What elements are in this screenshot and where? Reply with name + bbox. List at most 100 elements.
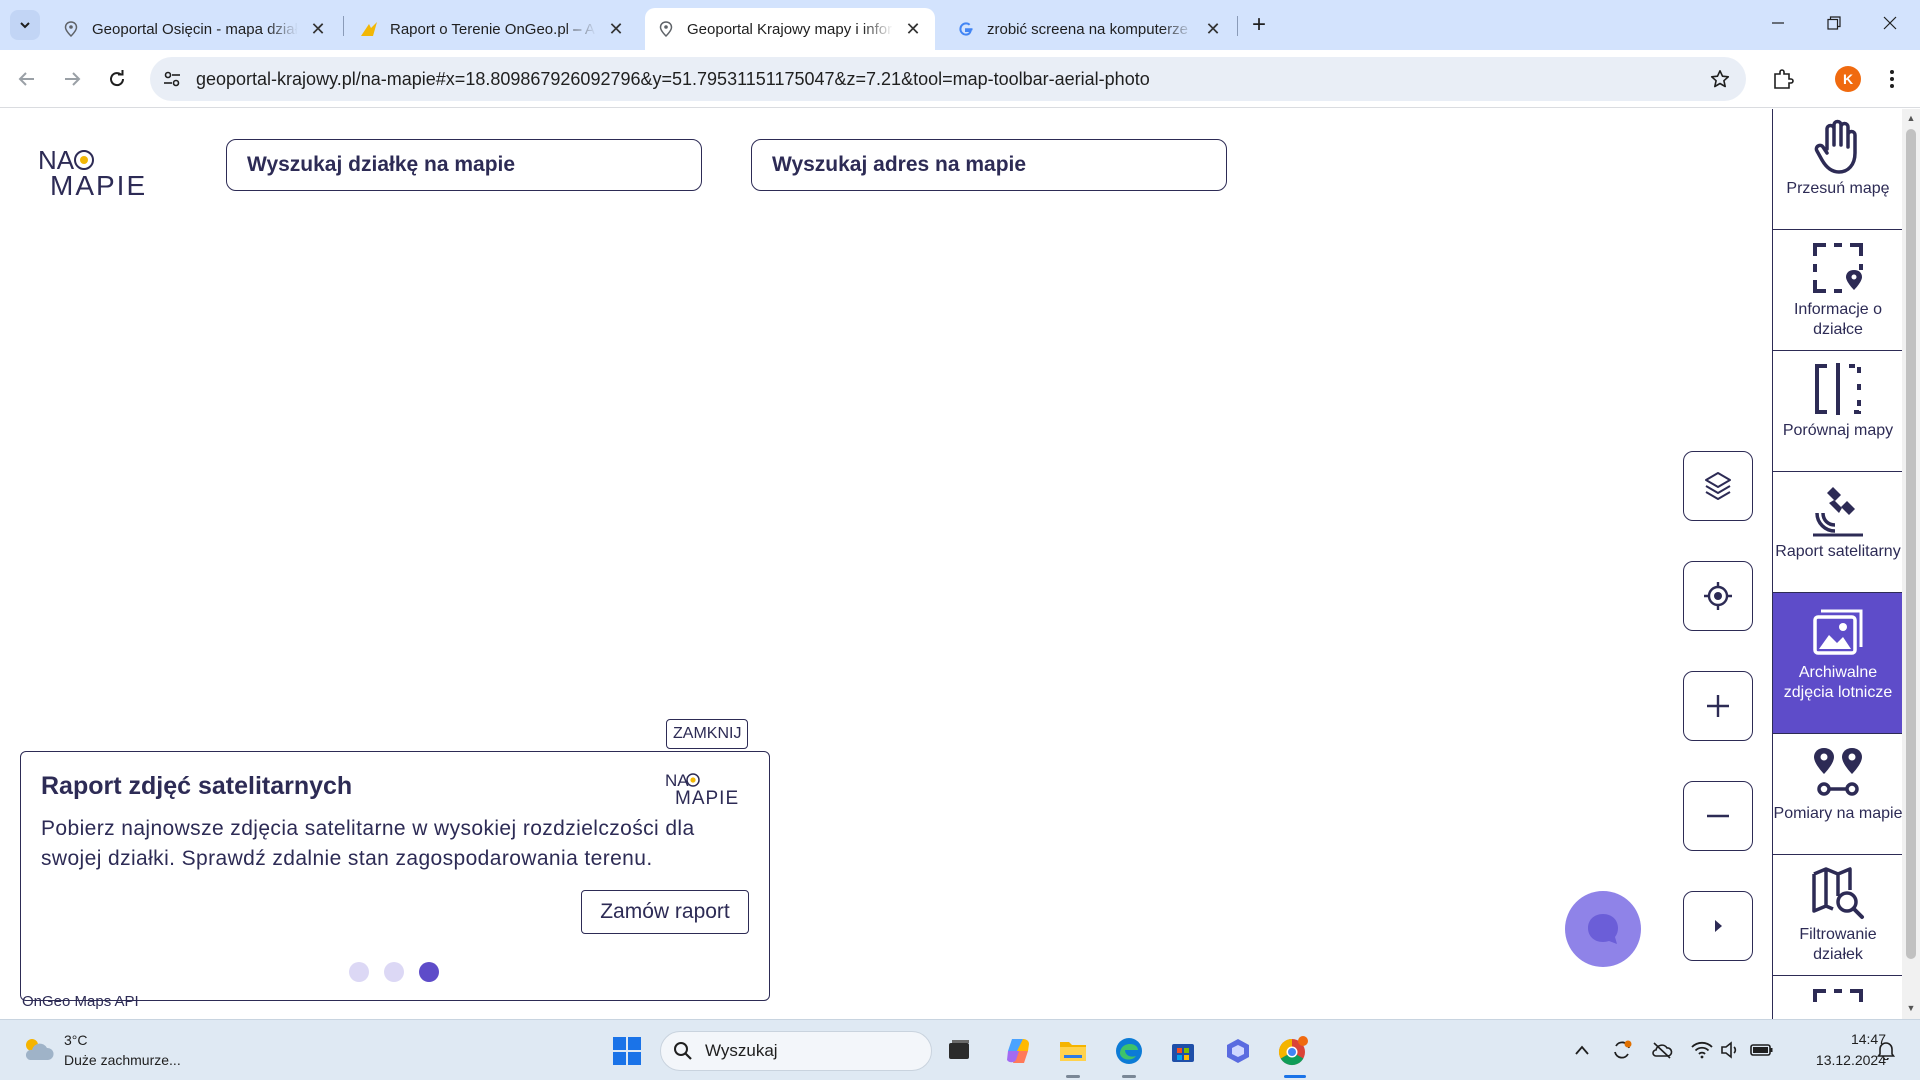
site-info-icon[interactable]	[160, 67, 184, 91]
tab-title: zrobić screena na komputerze - Google	[987, 20, 1193, 38]
edge-button[interactable]	[1110, 1032, 1148, 1070]
tool-label: Raport satelitarny	[1775, 543, 1901, 560]
running-indicator-active	[1284, 1075, 1306, 1078]
wifi-icon[interactable]	[1690, 1038, 1714, 1062]
promo-close-button[interactable]: ZAMKNIJ	[666, 719, 749, 749]
sync-icon[interactable]	[1610, 1038, 1634, 1062]
carousel-dots	[349, 962, 439, 982]
close-icon	[1883, 16, 1897, 30]
plus-icon	[1707, 695, 1729, 717]
battery-icon[interactable]	[1750, 1038, 1774, 1062]
tool-parcel-info[interactable]: Informacje o działce	[1773, 230, 1902, 351]
browser-menu-button[interactable]	[1880, 62, 1904, 96]
weather-temperature[interactable]: 3°C	[64, 1032, 88, 1048]
promo-logo-bottom: MAPIE	[675, 788, 739, 806]
url-host: geoportal-krajowy.pl	[196, 69, 356, 89]
url-path: /na-mapie#x=18.809867926092796&y=51.7953…	[355, 69, 1150, 89]
browser-tab[interactable]: zrobić screena na komputerze - Google ✕	[945, 8, 1235, 50]
scrollbar-thumb[interactable]	[1906, 129, 1916, 959]
carousel-dot-active[interactable]	[419, 962, 439, 982]
more-vert-icon	[1890, 70, 1894, 88]
tool-satellite-report[interactable]: Raport satelitarny	[1773, 472, 1902, 593]
zoom-out-button[interactable]	[1683, 781, 1753, 851]
address-bar[interactable]: geoportal-krajowy.pl/na-mapie#x=18.80986…	[150, 57, 1746, 101]
volume-icon[interactable]	[1718, 1038, 1742, 1062]
page-scrollbar[interactable]: ▲ ▼	[1902, 109, 1920, 1019]
tray-overflow-icon[interactable]	[1570, 1038, 1594, 1062]
parcel-search-input[interactable]: Wyszukaj działkę na mapie	[226, 139, 702, 191]
restore-icon	[1827, 16, 1841, 30]
carousel-dot[interactable]	[384, 962, 404, 982]
scroll-up-icon[interactable]: ▲	[1906, 113, 1916, 125]
weather-description[interactable]: Duże zachmurze...	[64, 1052, 181, 1068]
chat-icon	[1588, 914, 1618, 944]
taskbar-search[interactable]: Wyszukaj	[660, 1031, 932, 1071]
tool-label: Archiwalne zdjęcia lotnicze	[1783, 664, 1893, 701]
zoom-in-button[interactable]	[1683, 671, 1753, 741]
weather-cloudy-icon[interactable]	[20, 1034, 56, 1064]
reload-button[interactable]	[100, 62, 134, 96]
logo-text-bottom: MAPIE	[50, 170, 147, 199]
close-tab-icon[interactable]: ✕	[1203, 19, 1223, 39]
arrow-left-icon	[18, 72, 34, 86]
address-search-input[interactable]: Wyszukaj adres na mapie	[751, 139, 1227, 191]
bookmark-star-icon[interactable]	[1708, 67, 1732, 91]
profile-avatar[interactable]: K	[1835, 66, 1861, 92]
tool-more[interactable]	[1773, 976, 1902, 1019]
site-logo[interactable]: NA MAPIE	[38, 143, 178, 201]
task-view-button[interactable]	[940, 1032, 978, 1070]
close-tab-icon[interactable]: ✕	[308, 19, 328, 39]
minimize-button[interactable]	[1750, 0, 1806, 46]
tab-title: Geoportal Krajowy mapy i informacje	[687, 20, 893, 38]
arrow-right-icon	[65, 72, 81, 86]
windows-taskbar: 3°C Duże zachmurze... Wyszukaj 14:47 13.…	[0, 1019, 1920, 1080]
store-button[interactable]	[1164, 1032, 1202, 1070]
layers-button[interactable]	[1683, 451, 1753, 521]
scroll-down-icon[interactable]: ▼	[1906, 1003, 1916, 1015]
back-button[interactable]	[10, 62, 44, 96]
carousel-dot[interactable]	[349, 962, 369, 982]
reload-icon	[110, 70, 125, 87]
tool-pan-map[interactable]: Przesuń mapę	[1773, 109, 1902, 230]
folder-icon	[1060, 1042, 1086, 1061]
chrome-button[interactable]	[1274, 1032, 1312, 1070]
cloud-offline-icon[interactable]	[1650, 1038, 1674, 1062]
tool-filter-parcels[interactable]: Filtrowanie działek	[1773, 855, 1902, 976]
tool-label: Informacje o działce	[1793, 301, 1883, 338]
tool-measure-map[interactable]: Pomiary na mapie	[1773, 734, 1902, 855]
file-explorer-button[interactable]	[1054, 1032, 1092, 1070]
start-button[interactable]	[608, 1032, 646, 1070]
browser-tab[interactable]: Raport o Terenie OnGeo.pl – Analiza ✕	[348, 8, 638, 50]
map-attribution[interactable]: OnGeo Maps API	[22, 993, 139, 1010]
notification-bell-icon[interactable]	[1874, 1038, 1898, 1062]
tab-separator	[343, 16, 344, 36]
running-indicator	[1066, 1075, 1080, 1078]
restore-button[interactable]	[1806, 0, 1862, 46]
close-window-button[interactable]	[1862, 0, 1918, 46]
tab-search-button[interactable]	[10, 10, 40, 40]
hexagon-app-icon	[1227, 1039, 1249, 1063]
app-button[interactable]	[1219, 1032, 1257, 1070]
browser-tabstrip: Geoportal Osięcin - mapa działek ✕ Rapor…	[0, 0, 1920, 50]
locate-me-button[interactable]	[1683, 561, 1753, 631]
extensions-button[interactable]	[1766, 62, 1800, 96]
new-tab-button[interactable]: +	[1244, 10, 1274, 40]
filter-map-icon	[1810, 865, 1866, 921]
search-icon	[674, 1042, 692, 1060]
order-report-button[interactable]: Zamów raport	[581, 890, 749, 934]
ongeo-favicon-icon	[360, 20, 378, 38]
browser-tab-active[interactable]: Geoportal Krajowy mapy i informacje ✕	[645, 8, 935, 50]
chat-widget-button[interactable]	[1565, 891, 1641, 967]
tool-archive-aerial-photos[interactable]: Archiwalne zdjęcia lotnicze	[1773, 593, 1902, 734]
tool-label: Filtrowanie działek	[1799, 926, 1877, 963]
browser-tab[interactable]: Geoportal Osięcin - mapa działek ✕	[50, 8, 340, 50]
copilot-button[interactable]	[999, 1032, 1037, 1070]
expand-panel-button[interactable]	[1683, 891, 1753, 961]
edge-icon	[1116, 1038, 1142, 1064]
close-tab-icon[interactable]: ✕	[903, 19, 923, 39]
chrome-icon	[1278, 1036, 1308, 1066]
puzzle-icon	[1774, 69, 1794, 89]
close-tab-icon[interactable]: ✕	[606, 19, 626, 39]
tool-compare-maps[interactable]: Porównaj mapy	[1773, 351, 1902, 472]
forward-button[interactable]	[55, 62, 89, 96]
